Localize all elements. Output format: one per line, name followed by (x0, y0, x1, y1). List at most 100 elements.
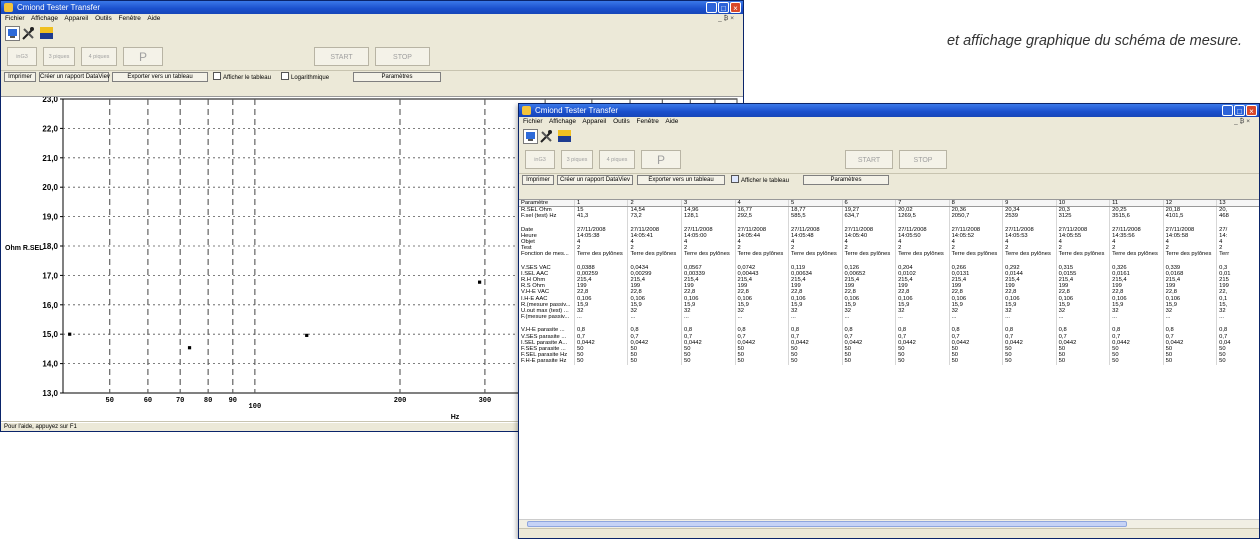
table-cell: 50 (788, 358, 843, 365)
table-cell: Terre des pylônes (681, 251, 736, 258)
mode-button-3-piques[interactable]: 3 piques (561, 150, 593, 169)
y-tick-label: 18,0 (42, 242, 58, 251)
table-cell (1162, 257, 1217, 265)
show-table-checkbox[interactable]: Afficher le tableau (731, 175, 789, 185)
close-icon[interactable]: × (1246, 105, 1257, 116)
table-spacer-row (519, 219, 1259, 227)
mode-button-3-piques[interactable]: 3 piques (43, 47, 75, 66)
start-button[interactable]: START (845, 150, 893, 169)
row-label: V.SES parasite ... (521, 333, 567, 340)
table-cell (788, 219, 843, 227)
table-row: F.H-E parasite Hz 50 50 50 50 50 50 50 50 50 50 50 5… (519, 358, 1259, 365)
menu-tools[interactable]: Outils (95, 15, 112, 22)
table-cell (1162, 320, 1217, 328)
maximize-icon[interactable]: □ (1234, 105, 1245, 116)
mode-button-p[interactable]: P (641, 150, 681, 169)
dataview-report-button[interactable]: Créer un rapport DataViev (557, 175, 633, 185)
menu-window[interactable]: Fenêtre (637, 118, 659, 125)
table-cell (1109, 320, 1164, 328)
y-tick-label: 22,0 (42, 124, 58, 133)
table-cell (1216, 257, 1259, 265)
x-tick-label: 100 (249, 403, 262, 411)
table-cell: 15 (573, 206, 628, 214)
mode-button-ing3[interactable]: inG3 (7, 47, 37, 66)
parameters-button[interactable]: Paramètres (803, 175, 889, 185)
table-cell: 2 (627, 200, 682, 208)
row-label: R.SEL Ohm (521, 207, 552, 214)
logarithmic-checkbox[interactable]: Logarithmique (281, 72, 329, 82)
menu-help[interactable]: Aide (665, 118, 678, 125)
x-tick-label: 70 (176, 397, 184, 405)
stop-button[interactable]: STOP (375, 47, 430, 66)
maximize-icon[interactable]: □ (718, 2, 729, 13)
table-cell (734, 257, 789, 265)
instrument-icon[interactable] (523, 129, 538, 144)
mode-button-4-piques[interactable]: 4 piques (81, 47, 117, 66)
x-tick-label: 300 (479, 397, 492, 405)
table-cell: 20, (1216, 206, 1259, 214)
print-button[interactable]: Imprimer (522, 175, 554, 185)
menu-device[interactable]: Appareil (64, 15, 88, 22)
table-cell (573, 219, 628, 227)
mode-button-4-piques[interactable]: 4 piques (599, 150, 635, 169)
table-cell (788, 320, 843, 328)
parameters-button[interactable]: Paramètres (353, 72, 441, 82)
table-cell: 20,25 (1109, 206, 1164, 214)
tools-icon[interactable] (21, 26, 36, 41)
title-bar[interactable]: Cmiond Tester Transfer _ □ × (519, 104, 1259, 117)
table-cell (734, 320, 789, 328)
table-cell (948, 320, 1003, 328)
mdi-controls[interactable]: _ ₿ × (1234, 117, 1250, 127)
menu-help[interactable]: Aide (147, 15, 160, 22)
stop-button[interactable]: STOP (899, 150, 947, 169)
minimize-icon[interactable]: _ (706, 2, 717, 13)
table-cell: Terre des pylônes (841, 251, 896, 258)
table-cell (895, 320, 950, 328)
table-cell: 10 (1055, 200, 1110, 208)
table-cell (681, 320, 736, 328)
minimize-icon[interactable]: _ (1222, 105, 1233, 116)
status-text: Pour l'aide, appuyez sur F1 (4, 424, 77, 430)
table-cell: 11 (1109, 200, 1164, 208)
table-cell (573, 257, 628, 265)
mode-button-ing3[interactable]: inG3 (525, 150, 555, 169)
data-point (305, 333, 309, 337)
mode-button-p[interactable]: P (123, 47, 163, 66)
export-table-button[interactable]: Exporter vers un tableau (112, 72, 208, 82)
dataview-report-button[interactable]: Créer un rapport DataViev (39, 72, 110, 82)
start-button[interactable]: START (314, 47, 369, 66)
menu-tools[interactable]: Outils (613, 118, 630, 125)
menu-view[interactable]: Affichage (549, 118, 576, 125)
table-cell: 8 (948, 200, 1003, 208)
menu-device[interactable]: Appareil (582, 118, 606, 125)
mdi-controls[interactable]: _ ₿ × (718, 14, 734, 24)
horizontal-scrollbar[interactable] (519, 519, 1259, 528)
title-bar[interactable]: Cmiond Tester Transfer _ □ × (1, 1, 743, 14)
table-cell: 20,34 (1002, 206, 1057, 214)
scrollbar-thumb[interactable] (527, 521, 1127, 527)
print-button[interactable]: Imprimer (4, 72, 36, 82)
flag-icon[interactable] (557, 129, 572, 144)
table-row: R.SEL Ohm 15 14,54 14,96 16,77 18,77 19,27 20,0… (519, 206, 1259, 214)
menu-file[interactable]: Fichier (523, 118, 543, 125)
tools-icon[interactable] (539, 129, 554, 144)
menu-window[interactable]: Fenêtre (119, 15, 141, 22)
close-icon[interactable]: × (730, 2, 741, 13)
table-cell (895, 257, 950, 265)
table-row: Fonction de mes... Terre des pylônes Terre… (519, 251, 1259, 258)
y-axis-label: Ohm R.SEL (5, 245, 44, 252)
flag-icon[interactable] (39, 26, 54, 41)
data-point (68, 332, 72, 336)
menu-file[interactable]: Fichier (5, 15, 25, 22)
instrument-icon[interactable] (5, 26, 20, 41)
table-cell: 4 (734, 200, 789, 208)
export-table-button[interactable]: Exporter vers un tableau (637, 175, 725, 185)
table-cell: Terre des pylônes (1162, 251, 1217, 258)
menu-view[interactable]: Affichage (31, 15, 58, 22)
table-cell: 5 (788, 200, 843, 208)
table-cell (1162, 219, 1217, 227)
show-table-checkbox[interactable]: Afficher le tableau (213, 72, 271, 82)
table-cell (1055, 219, 1110, 227)
show-table-label: Afficher le tableau (223, 75, 271, 81)
table-cell: Terre des pylônes (1109, 251, 1164, 258)
